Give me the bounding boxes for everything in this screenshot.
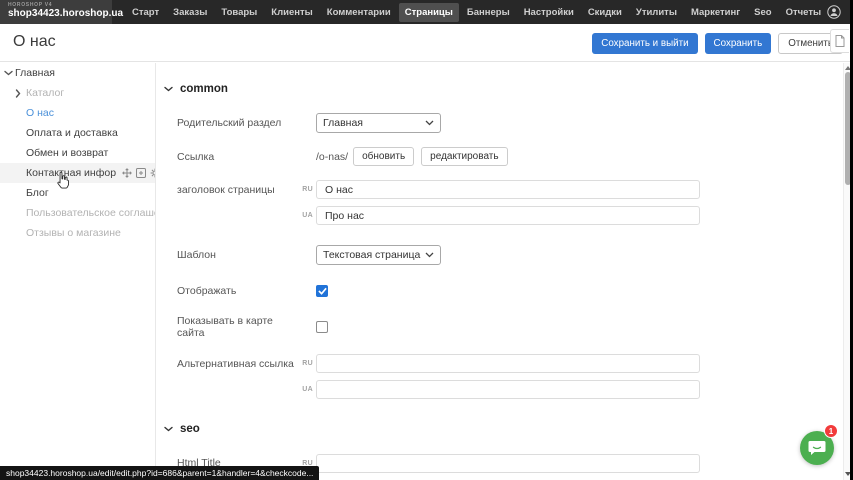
nav-item-banners[interactable]: Баннеры xyxy=(461,3,516,22)
horoshop-admin-screen: HOROSHOP V4 shop34423.horoshop.ua СтартЗ… xyxy=(0,0,853,480)
move-icon[interactable] xyxy=(122,168,132,178)
sidebar-item-katalog[interactable]: Каталог xyxy=(0,83,155,103)
alt-link-ua-input[interactable] xyxy=(316,380,700,399)
sidebar-item-oplata-i-dostavka[interactable]: Оплата и доставка xyxy=(0,123,155,143)
alt-link-ua-row: UA xyxy=(157,380,843,399)
page-title: О нас xyxy=(13,33,56,51)
page-title-ru-row: заголовок страницы RU xyxy=(157,180,843,199)
nav-item-products[interactable]: Товары xyxy=(215,3,263,22)
parent-section-value: Главная xyxy=(323,117,363,129)
sitemap-label: Показывать в карте сайта xyxy=(177,315,296,339)
section-seo-title: seo xyxy=(180,423,200,435)
lang-ru-badge: RU xyxy=(296,186,313,193)
lang-ua-badge: UA xyxy=(296,386,313,393)
logo[interactable]: HOROSHOP V4 shop34423.horoshop.ua xyxy=(0,0,112,24)
nav-item-seo[interactable]: Seo xyxy=(748,3,777,22)
page-url: /o-nas/ xyxy=(316,151,348,163)
parent-section-row: Родительский раздел Главная xyxy=(157,113,843,133)
sidebar-item-label: Обмен и возврат xyxy=(26,147,108,159)
nav-item-marketing[interactable]: Маркетинг xyxy=(685,3,746,22)
sidebar-item-polzovatelskoe-soglashenie[interactable]: Пользовательское соглашение xyxy=(0,203,155,223)
section-seo-header[interactable]: seo xyxy=(157,422,843,436)
link-label: Ссылка xyxy=(177,151,296,163)
html-title-ru-input[interactable] xyxy=(316,454,700,473)
sidebar-item-label: Пользовательское соглашение xyxy=(26,207,155,219)
display-row: Отображать xyxy=(157,284,843,297)
chat-widget-button[interactable]: 1 xyxy=(800,431,834,465)
nav-item-comments[interactable]: Комментарии xyxy=(321,3,397,22)
check-icon xyxy=(318,287,327,295)
nav-item-orders[interactable]: Заказы xyxy=(167,3,213,22)
nav-item-settings[interactable]: Настройки xyxy=(518,3,580,22)
template-value: Текстовая страница xyxy=(323,249,420,261)
link-update-button[interactable]: обновить xyxy=(353,147,414,166)
sidebar-item-label: Контактная инфор xyxy=(26,167,116,179)
alt-link-ru-input[interactable] xyxy=(316,354,700,373)
chevron-down-icon[interactable] xyxy=(4,70,15,76)
gear-icon[interactable] xyxy=(150,168,155,178)
display-label: Отображать xyxy=(177,285,296,297)
page-title-ua-row: UA xyxy=(157,206,843,225)
sitemap-row: Показывать в карте сайта xyxy=(157,315,843,339)
chevron-right-icon[interactable] xyxy=(15,89,26,98)
page-preview-button[interactable] xyxy=(830,29,849,53)
chat-bubble-icon xyxy=(808,440,826,456)
template-row: Шаблон Текстовая страница xyxy=(157,245,843,265)
page-form: common Родительский раздел Главная Ссылк… xyxy=(157,63,843,480)
add-page-icon[interactable] xyxy=(136,168,146,178)
document-icon xyxy=(835,35,845,47)
section-common-header[interactable]: common xyxy=(157,82,843,96)
sidebar-item-label: Каталог xyxy=(26,87,64,99)
lang-ru-badge: RU xyxy=(296,360,313,367)
pages-tree: Главная Каталог О нас Оплата и доставка Обме… xyxy=(0,63,156,480)
sidebar-item-kontaktnaya-infor[interactable]: Контактная инфор xyxy=(0,163,155,183)
nav-item-start[interactable]: Старт xyxy=(126,3,165,22)
page-title-ru-input[interactable] xyxy=(316,180,700,199)
status-url: shop34423.horoshop.ua/edit/edit.php?id=6… xyxy=(0,466,319,480)
template-select[interactable]: Текстовая страница xyxy=(316,245,441,265)
sitemap-checkbox[interactable] xyxy=(316,321,328,333)
nav-item-utilities[interactable]: Утилиты xyxy=(630,3,683,22)
sidebar-item-glavnaya[interactable]: Главная xyxy=(0,63,155,83)
sidebar-item-label: Отзывы о магазине xyxy=(26,227,121,239)
sidebar-item-label: О нас xyxy=(26,107,54,119)
sidebar-item-obmen-i-vozvrat[interactable]: Обмен и возврат xyxy=(0,143,155,163)
chevron-down-icon xyxy=(164,86,173,92)
sidebar-item-otzyvy-o-magazine[interactable]: Отзывы о магазине xyxy=(0,223,155,243)
page-title-ua-input[interactable] xyxy=(316,206,700,225)
lang-ua-badge: UA xyxy=(296,212,313,219)
link-row: Ссылка /o-nas/ обновить редактировать xyxy=(157,147,843,166)
page-title-label: заголовок страницы xyxy=(177,184,296,196)
nav-item-clients[interactable]: Клиенты xyxy=(265,3,318,22)
save-button[interactable]: Сохранить xyxy=(705,33,772,54)
link-edit-button[interactable]: редактировать xyxy=(421,147,507,166)
sidebar-item-label: Блог xyxy=(26,187,49,199)
sidebar-item-label: Оплата и доставка xyxy=(26,127,118,139)
nav-item-discounts[interactable]: Скидки xyxy=(582,3,628,22)
chevron-down-icon xyxy=(425,120,434,126)
sidebar-item-o-nas[interactable]: О нас xyxy=(0,103,155,123)
alt-link-label: Альтернативная ссылка xyxy=(177,358,296,370)
logo-domain: shop34423.horoshop.ua xyxy=(8,8,112,20)
sidebar-item-label: Главная xyxy=(15,67,55,79)
nav-item-pages[interactable]: Страницы xyxy=(399,3,459,22)
topbar: HOROSHOP V4 shop34423.horoshop.ua СтартЗ… xyxy=(0,0,853,24)
chevron-down-icon xyxy=(164,426,173,432)
save-exit-button[interactable]: Сохранить и выйти xyxy=(592,33,697,54)
chevron-down-icon xyxy=(425,252,434,258)
template-label: Шаблон xyxy=(177,249,296,261)
chat-badge: 1 xyxy=(824,424,838,438)
parent-section-label: Родительский раздел xyxy=(177,117,296,129)
section-common-title: common xyxy=(180,83,228,95)
parent-section-select[interactable]: Главная xyxy=(316,113,441,133)
account-icon[interactable] xyxy=(827,5,841,19)
nav-item-reports[interactable]: Отчеты xyxy=(780,3,827,22)
sidebar-item-blog[interactable]: Блог xyxy=(0,183,155,203)
alt-link-ru-row: Альтернативная ссылка RU xyxy=(157,354,843,373)
top-nav: СтартЗаказыТоварыКлиентыКомментарииСтран… xyxy=(126,3,827,22)
display-checkbox[interactable] xyxy=(316,285,328,297)
tree-item-tools xyxy=(122,168,155,178)
header-buttons: Сохранить и выйти Сохранить Отменить xyxy=(592,33,843,54)
